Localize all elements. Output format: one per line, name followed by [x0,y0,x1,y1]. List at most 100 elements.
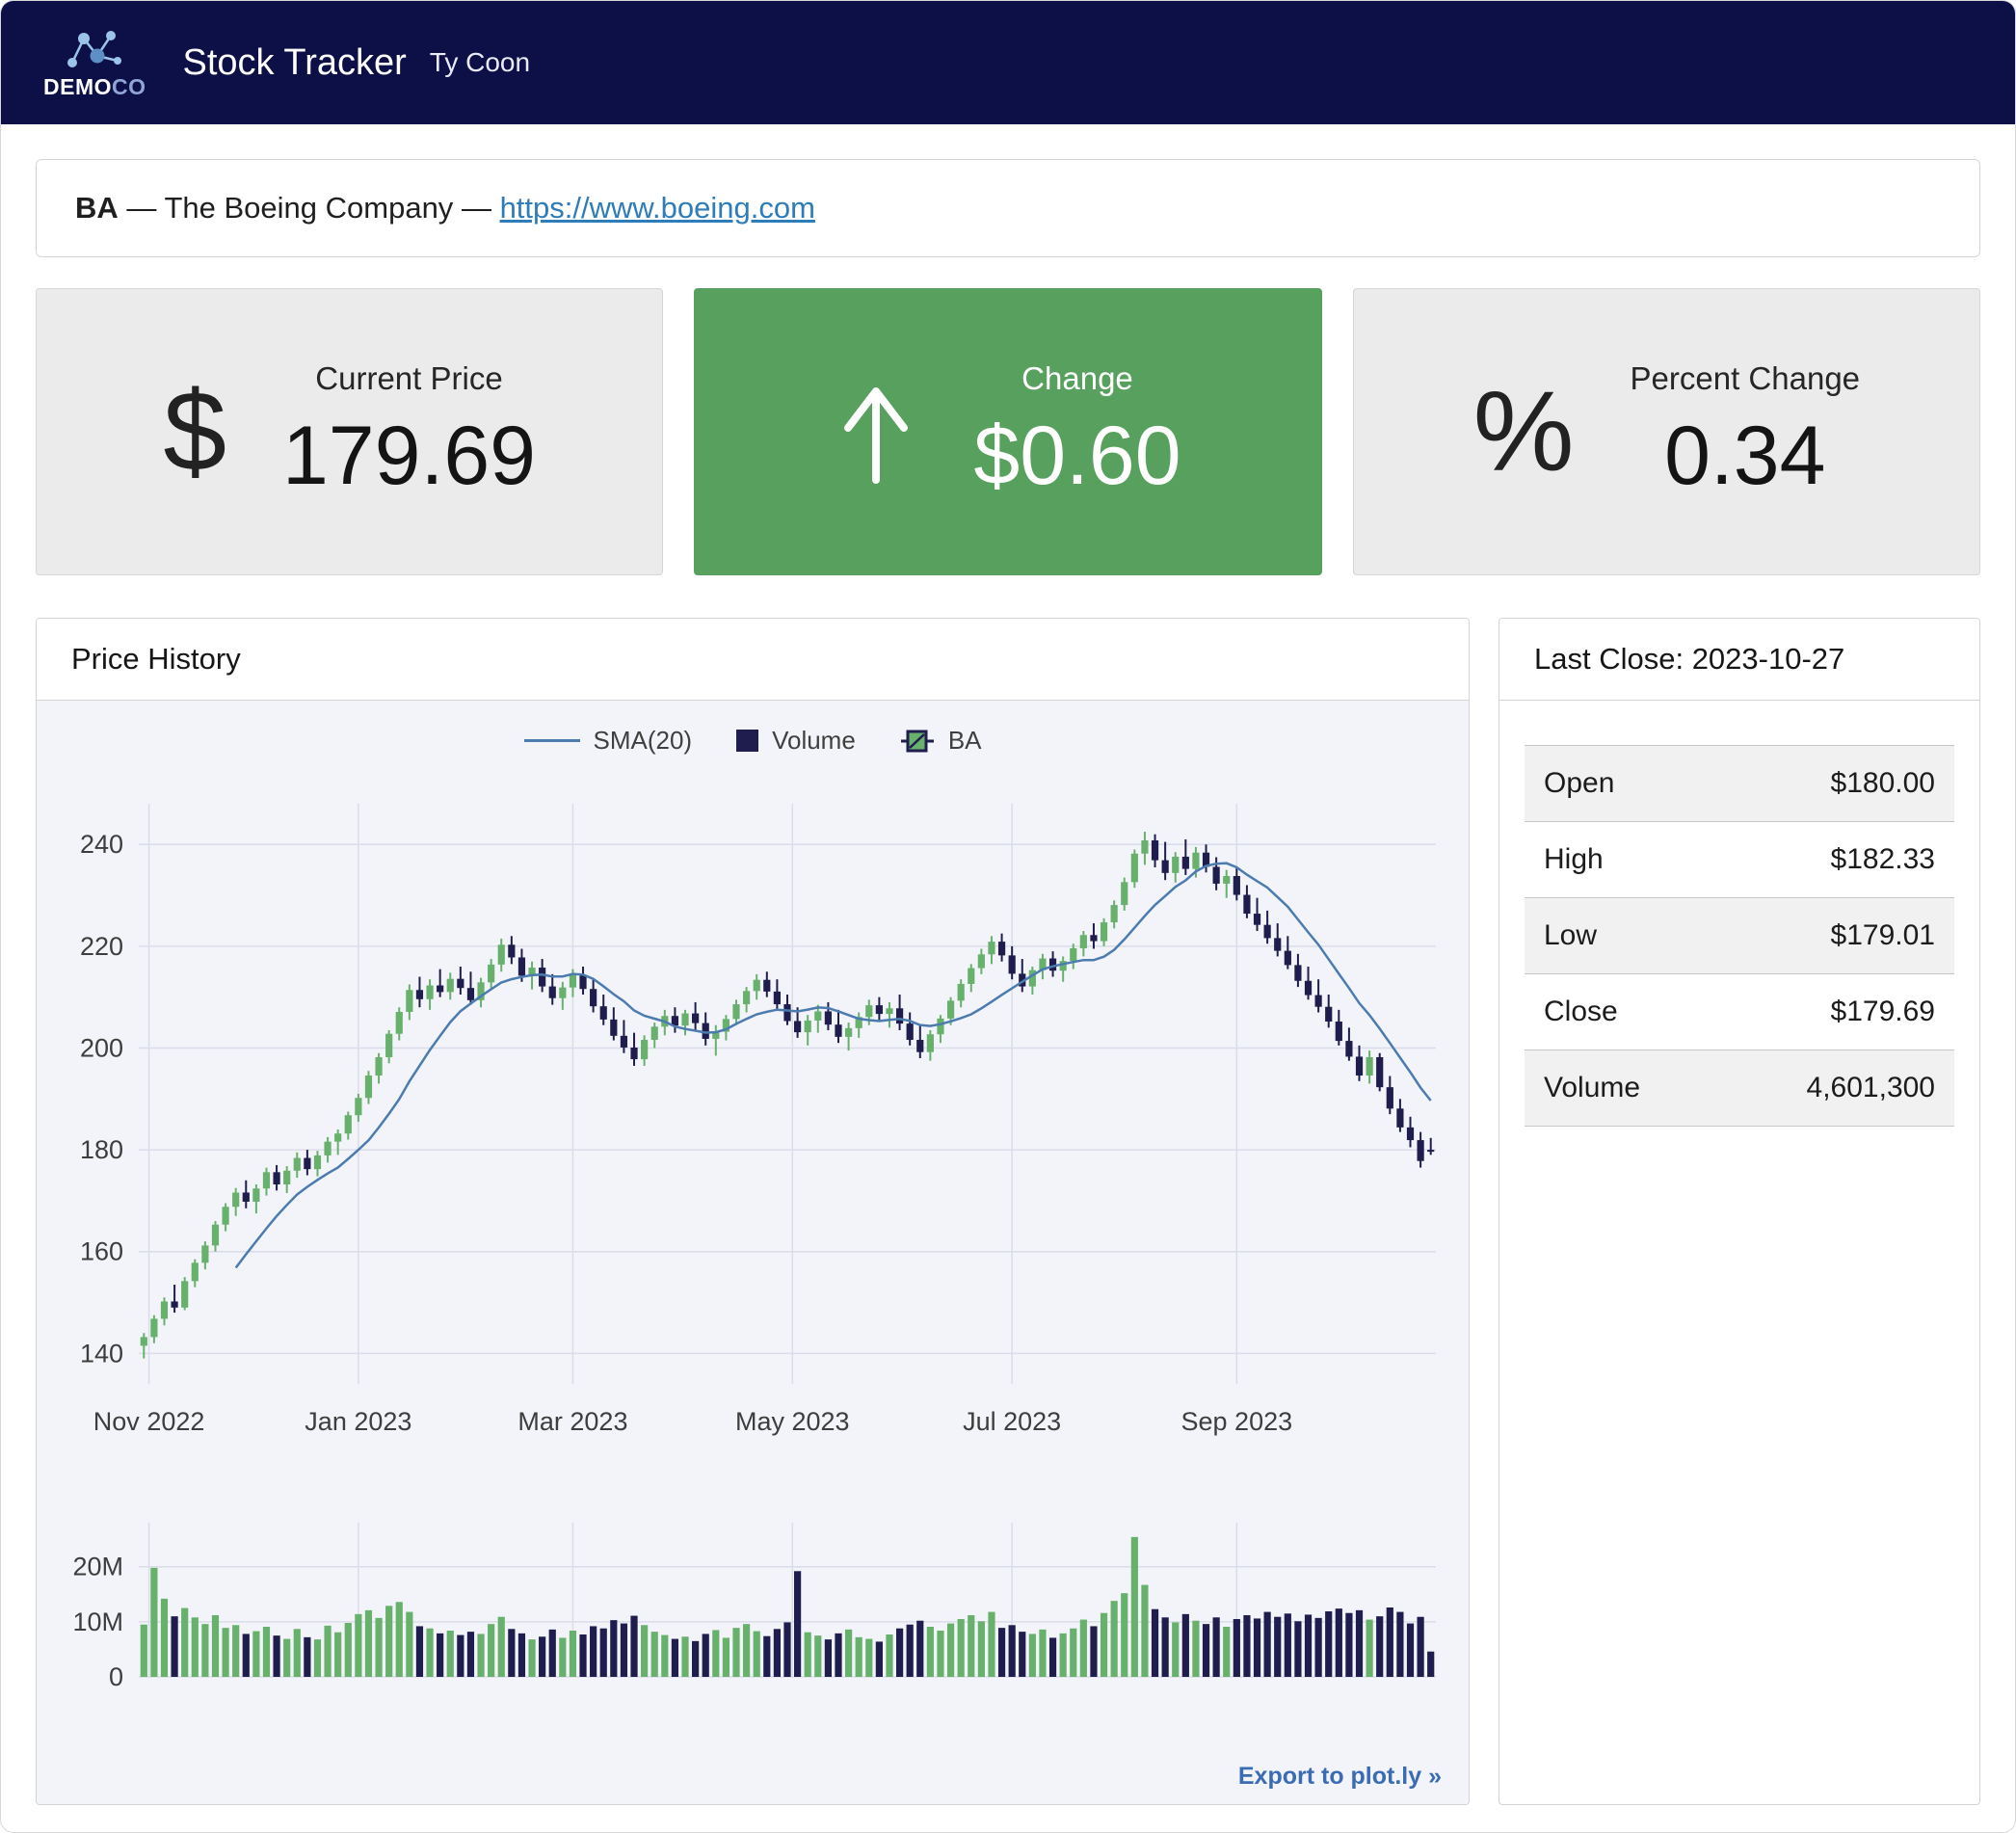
page-title: Stock Tracker [183,42,407,84]
price-history-panel: Price History SMA(20) Volume [36,618,1470,1805]
volume-bar [273,1635,279,1677]
volume-bar [518,1634,525,1677]
candle-body [783,1004,790,1021]
volume-bar [1141,1585,1148,1677]
candle-body [1121,882,1127,905]
candle-body [1285,951,1291,966]
volume-bar [947,1624,954,1677]
candle-body [1376,1057,1383,1087]
volume-bar [621,1624,627,1677]
percent-change-label: Percent Change [1631,360,1861,397]
candle-body [1111,905,1118,922]
row-label: High [1525,822,1716,898]
sma-line-swatch [524,739,580,742]
dollar-icon: $ [163,366,226,497]
svg-text:20M: 20M [72,1553,123,1581]
row-label: Open [1525,746,1716,822]
company-website-link[interactable]: https://www.boeing.com [500,191,815,225]
candle-body [1090,935,1097,941]
legend-item-sma[interactable]: SMA(20) [524,726,693,756]
svg-text:140: 140 [80,1339,123,1368]
volume-bar [814,1635,821,1677]
candle-body [539,968,545,987]
candle-body [1182,857,1189,869]
candle-body [314,1156,321,1169]
svg-text:May 2023: May 2023 [735,1407,850,1436]
candle-body [294,1158,301,1171]
up-arrow-icon [835,378,917,486]
legend-item-ba[interactable]: BA [900,726,982,756]
volume-bar [641,1625,648,1677]
volume-bar [1356,1610,1363,1677]
legend-item-volume[interactable]: Volume [736,726,856,756]
candle-body [426,986,433,999]
candle-body [467,988,474,1000]
volume-bar [1233,1619,1240,1677]
candle-body [937,1019,943,1034]
candle-body [896,1008,903,1023]
volume-bar [794,1571,801,1677]
candle-body [998,942,1005,955]
candle-body [1254,914,1260,925]
volume-bar [1203,1624,1209,1677]
candle-body [304,1158,310,1170]
volume-bar [570,1631,576,1677]
candle-body [263,1172,270,1188]
volume-bar [559,1637,566,1677]
volume-bar [385,1606,392,1677]
volume-bar [590,1626,597,1677]
volume-bar [998,1628,1005,1677]
volume-bar [876,1641,883,1677]
current-price-label: Current Price [282,360,536,397]
current-price-value: 179.69 [282,409,536,504]
candle-body [630,1048,637,1059]
volume-bar [457,1635,464,1677]
export-plotly-link[interactable]: Export to plot.ly » [1238,1763,1442,1791]
volume-bar [805,1633,811,1677]
last-close-table: Open $180.00 High $182.33 Low $179.01 [1525,745,1954,1127]
candle-body [681,1014,688,1026]
sma-line-path [236,863,1431,1268]
volume-bar [835,1634,841,1677]
candle-body [396,1012,403,1034]
volume-bar [1070,1629,1076,1677]
volume-bar [212,1615,219,1677]
price-history-chart[interactable]: 140160180200220240Nov 2022Jan 2023Mar 20… [37,759,1469,1735]
svg-text:160: 160 [80,1237,123,1266]
chart-gridlines [139,804,1436,1677]
table-row-low: Low $179.01 [1525,898,1954,974]
volume-bar [294,1629,301,1677]
candle-body [886,1008,892,1014]
candle-body [1141,840,1148,854]
volume-bar [252,1632,259,1677]
percent-change-value: 0.34 [1631,409,1861,504]
candlesticks[interactable] [141,832,1435,1359]
company-name: The Boeing Company [164,191,453,225]
volume-bar [477,1634,484,1677]
candle-body [927,1034,934,1051]
volume-bar [1101,1613,1107,1677]
row-value: $182.33 [1716,822,1954,898]
candle-body [1131,854,1138,883]
volume-bar [732,1628,739,1677]
row-value: $179.69 [1716,974,1954,1050]
candle-body [968,969,974,984]
volume-bar [825,1639,832,1677]
candle-body [907,1023,914,1040]
sma-line [236,863,1431,1268]
volume-bar [1162,1617,1169,1677]
volume-bar [467,1632,474,1677]
volume-bar [886,1634,892,1677]
percent-icon: % [1473,366,1575,497]
volume-bar [916,1621,923,1677]
candle-body [865,1005,872,1017]
candle-body [1427,1150,1434,1152]
volume-bars[interactable] [141,1537,1435,1677]
table-row-volume: Volume 4,601,300 [1525,1050,1954,1127]
candle-body [406,990,412,1012]
candle-body [252,1188,259,1202]
current-price-card: $ Current Price 179.69 [36,288,663,575]
candle-body [1274,938,1281,950]
candle-body [1192,853,1199,869]
candle-body [488,965,494,982]
